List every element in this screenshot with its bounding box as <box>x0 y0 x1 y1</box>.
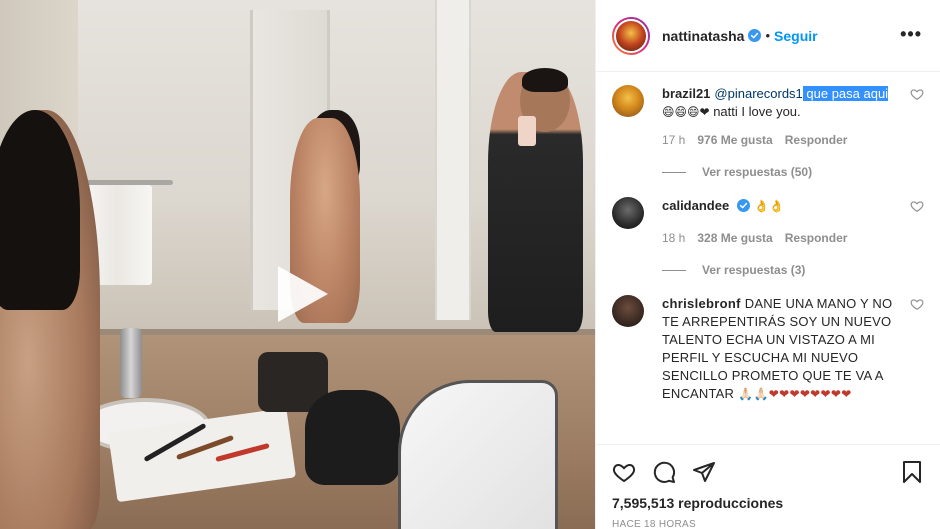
comment-content: chrislebronf DANE UNA MANO Y NO TE ARREPE… <box>662 295 896 403</box>
comment-item: chrislebronf DANE UNA MANO Y NO TE ARREPE… <box>612 277 924 403</box>
play-icon[interactable] <box>268 262 332 326</box>
replies-line <box>662 269 686 271</box>
comment-text: natti I love you. <box>709 104 801 119</box>
post-timestamp[interactable]: HACE 18 HORAS <box>612 519 924 529</box>
author-username[interactable]: nattinatasha <box>662 28 744 44</box>
view-replies-button[interactable]: Ver respuestas (50) <box>612 165 924 179</box>
more-options-icon[interactable]: ••• <box>900 24 922 45</box>
comment-like-heart-icon[interactable] <box>910 297 924 311</box>
comment-like-heart-icon[interactable] <box>910 87 924 101</box>
comment-body: calidandee 👌👌 18 h 328 Me gusta Responde… <box>662 197 924 247</box>
comment-likes[interactable]: 976 Me gusta <box>697 131 772 149</box>
view-replies-label: Ver respuestas (3) <box>702 263 806 277</box>
reply-button[interactable]: Responder <box>785 131 848 149</box>
door-frame <box>435 0 471 320</box>
comment-text: DANE UNA MANO Y NO TE ARREPENTIRÁS SOY U… <box>662 296 893 401</box>
comment-emoji: 🙏🏻🙏🏻❤❤❤❤❤❤❤❤ <box>734 387 852 401</box>
comment-mention[interactable]: @pinarecords1 <box>714 86 802 101</box>
follow-button[interactable]: Seguir <box>774 28 818 44</box>
reply-button[interactable]: Responder <box>785 229 848 247</box>
post-header: nattinatasha • Seguir ••• <box>596 0 940 72</box>
post-actions: 7,595,513 reproducciones HACE 18 HORAS <box>596 444 940 529</box>
comment-meta: 17 h 976 Me gusta Responder <box>662 131 896 149</box>
view-replies-label: Ver respuestas (50) <box>702 165 813 179</box>
comment-username[interactable]: chrislebronf <box>662 296 741 311</box>
comment-emoji: 👌👌 <box>750 199 784 213</box>
view-count[interactable]: 7,595,513 reproducciones <box>612 495 924 511</box>
comment-content: calidandee 👌👌 <box>662 197 896 215</box>
comment-body: brazil21 @pinarecords1 que pasa aqui 😄😄😄❤… <box>662 85 924 149</box>
heart-icon[interactable] <box>612 460 636 484</box>
action-icons <box>612 457 924 487</box>
post-dialog: nattinatasha • Seguir ••• brazil21 @pinar… <box>0 0 940 529</box>
avatar-image <box>614 18 648 53</box>
comment-body: chrislebronf DANE UNA MANO Y NO TE ARREPE… <box>662 295 924 403</box>
faucet <box>120 328 142 398</box>
phone <box>518 116 536 146</box>
replies-line <box>662 171 686 173</box>
comment-item: calidandee 👌👌 18 h 328 Me gusta Responde… <box>612 179 924 247</box>
post-video[interactable] <box>0 0 595 529</box>
comment-age[interactable]: 18 h <box>662 229 685 247</box>
post-sidebar: nattinatasha • Seguir ••• brazil21 @pinar… <box>595 0 940 529</box>
man-hair <box>522 68 568 92</box>
verified-badge-icon <box>748 29 762 42</box>
hair-dryer <box>398 380 558 529</box>
comment-avatar[interactable] <box>612 197 644 229</box>
comment-likes[interactable]: 328 Me gusta <box>697 229 772 247</box>
comment-meta: 18 h 328 Me gusta Responder <box>662 229 896 247</box>
comment-emoji: 😄😄😄❤ <box>662 105 710 119</box>
avatar[interactable] <box>612 16 650 55</box>
share-icon[interactable] <box>692 460 716 484</box>
bookmark-icon[interactable] <box>900 460 924 484</box>
comment-highlighted-text: que pasa aqui <box>802 86 889 101</box>
comment-item: brazil21 @pinarecords1 que pasa aqui 😄😄😄❤… <box>612 73 924 149</box>
view-replies-button[interactable]: Ver respuestas (3) <box>612 263 924 277</box>
comment-content: brazil21 @pinarecords1 que pasa aqui 😄😄😄❤… <box>662 85 896 121</box>
comment-icon[interactable] <box>652 460 676 484</box>
verified-badge-icon <box>737 199 751 212</box>
comments-list: brazil21 @pinarecords1 que pasa aqui 😄😄😄❤… <box>596 73 940 443</box>
makeup-bag <box>305 390 400 485</box>
separator-dot: • <box>765 28 771 43</box>
comment-username[interactable]: brazil21 <box>662 86 710 101</box>
comment-like-heart-icon[interactable] <box>910 199 924 213</box>
comment-username[interactable]: calidandee <box>662 198 729 213</box>
comment-avatar[interactable] <box>612 295 644 327</box>
comment-age[interactable]: 17 h <box>662 131 685 149</box>
comment-avatar[interactable] <box>612 85 644 117</box>
